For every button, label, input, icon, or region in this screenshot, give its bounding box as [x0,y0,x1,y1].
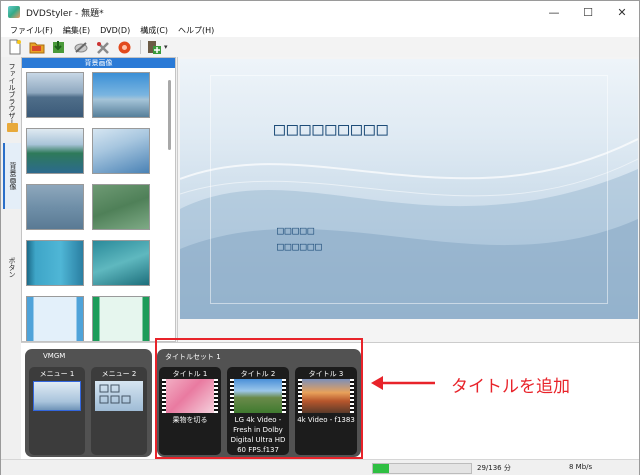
minimize-button[interactable]: — [537,1,571,23]
background-thumbnail-panel: 背景画像 [21,57,176,342]
window-title: DVDStyler - 無題* [26,8,104,19]
background-thumbnail[interactable] [92,72,150,118]
menu-bar: ファイル(F) 編集(E) DVD(D) 構成(C) ヘルプ(H) [1,23,639,37]
menu-thumbnail [95,381,143,411]
burn-disc-icon[interactable] [71,38,90,56]
app-logo-icon [8,6,20,18]
menu-canvas[interactable]: □□□□□□□□□ □□□□□ □□□□□□ [180,59,638,319]
background-thumbnail[interactable] [92,240,150,286]
menu-configuration[interactable]: 構成(C) [135,25,173,36]
maximize-button[interactable]: ☐ [571,1,605,23]
background-thumbnail[interactable] [26,296,84,341]
tab-buttons-label: ボタン [8,256,16,278]
tab-background[interactable]: 背景画像 [3,143,21,209]
tab-background-label: 背景画像 [9,162,17,190]
tab-file-browser-label: ファイルブラウザー [8,62,16,126]
app-window: DVDStyler - 無題* — ☐ ✕ ファイル(F) 編集(E) DVD(… [0,0,640,475]
open-folder-icon[interactable] [27,38,46,56]
toolbar: ▾ [1,37,639,57]
menu-thumbnail-buttons [99,384,131,404]
disc-capacity-text: 29/136 分 [477,464,511,472]
menu-button-text[interactable]: □□□□□□ [277,240,323,253]
arrow-left-icon [371,376,435,390]
menu-thumbnail [33,381,81,411]
left-tab-strip: ファイルブラウザー 背景画像 ボタン [3,57,21,341]
save-icon[interactable] [49,38,68,56]
background-thumbnail[interactable] [92,296,150,341]
status-bar: 29/136 分 8 Mb/s [1,459,639,475]
add-file-icon[interactable] [144,38,163,56]
tab-buttons[interactable]: ボタン [3,245,21,289]
panel-header: 背景画像 [22,58,175,68]
vmgm-label: VMGM [43,352,66,360]
annotation-text: タイトルを追加 [451,377,570,397]
menu-dvd[interactable]: DVD(D) [95,26,135,35]
menu-edit[interactable]: 編集(E) [58,25,95,36]
menu-help[interactable]: ヘルプ(H) [173,25,219,36]
title-bar: DVDStyler - 無題* — ☐ ✕ [1,1,639,23]
menu-preview-area: □□□□□□□□□ □□□□□ □□□□□□ [177,57,639,342]
highlight-box [155,338,363,459]
disc-usage-progress [372,463,472,474]
tab-file-browser[interactable]: ファイルブラウザー [3,59,21,129]
vmgm-group: VMGM メニュー 1 メニュー 2 [25,349,152,457]
menu-file[interactable]: ファイル(F) [5,25,58,36]
toolbar-separator [140,40,141,54]
background-thumbnail[interactable] [26,184,84,230]
disc-usage-fill [373,464,389,473]
vmgm-menu-card[interactable]: メニュー 2 [91,367,147,455]
background-thumbnail[interactable] [26,72,84,118]
new-file-icon[interactable] [5,38,24,56]
menu-card-label: メニュー 1 [39,370,75,378]
menu-card-label: メニュー 2 [101,370,137,378]
background-thumbnail[interactable] [26,240,84,286]
record-icon[interactable] [115,38,134,56]
background-thumbnail[interactable] [92,128,150,174]
safe-area-frame [210,75,608,304]
background-thumbnail[interactable] [26,128,84,174]
settings-icon[interactable] [93,38,112,56]
menu-title-text[interactable]: □□□□□□□□□ [274,119,390,140]
folder-icon [7,123,18,132]
chevron-down-icon[interactable]: ▾ [164,43,168,51]
vmgm-menu-card[interactable]: メニュー 1 [29,367,85,455]
background-thumbnail[interactable] [92,184,150,230]
bitrate-text: 8 Mb/s [569,463,593,471]
panel-scrollbar[interactable] [168,80,171,150]
close-button[interactable]: ✕ [605,1,639,23]
menu-button-text[interactable]: □□□□□ [277,224,315,237]
